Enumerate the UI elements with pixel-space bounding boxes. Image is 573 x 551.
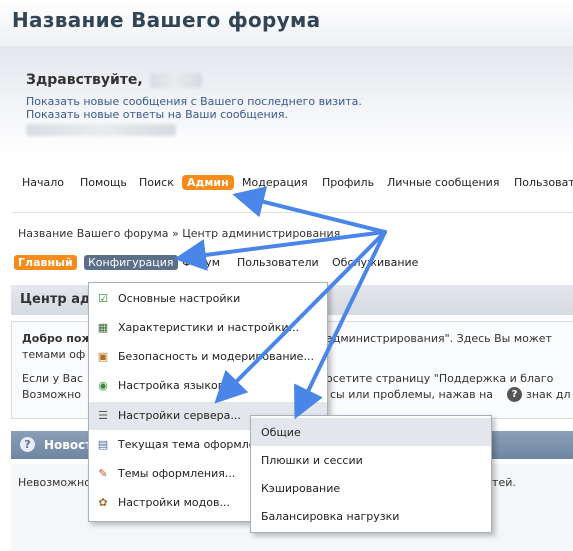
annotation-arrows — [174, 186, 387, 420]
arrow-to-general — [294, 230, 387, 420]
arrow-to-server-settings — [214, 230, 387, 404]
arrow-to-configuration — [174, 230, 387, 271]
arrow-to-admin — [232, 186, 387, 234]
